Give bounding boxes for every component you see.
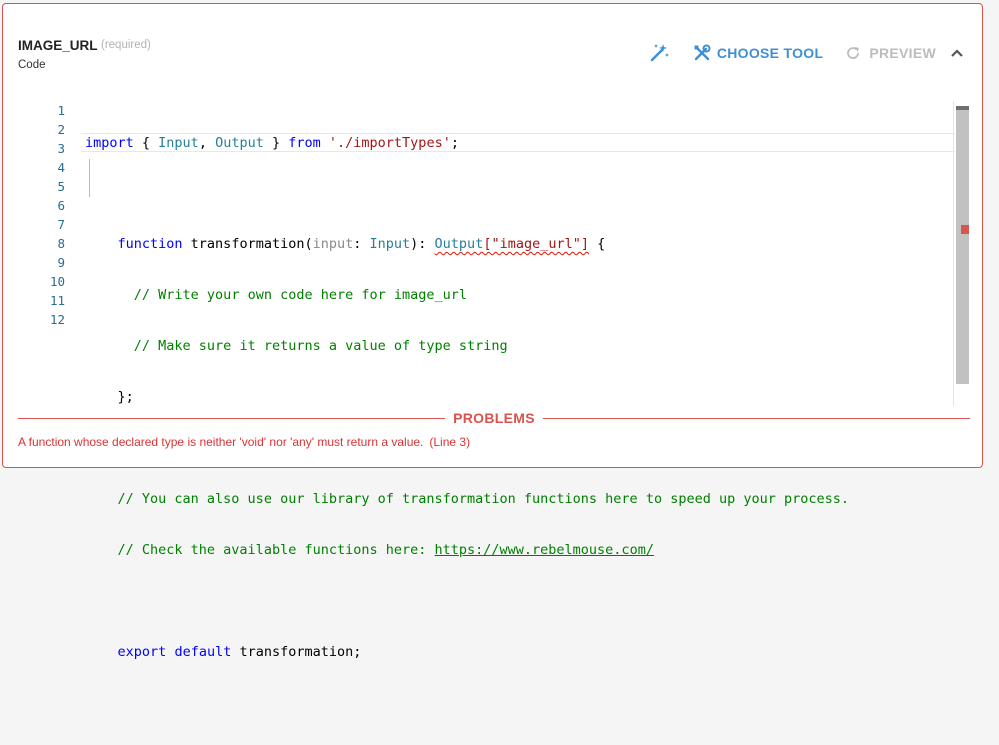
choose-tool-label: CHOOSE TOOL — [716, 45, 824, 61]
code-text: }; — [117, 389, 134, 405]
collapse-button[interactable] — [950, 46, 964, 60]
code-line: // You can also use our library of trans… — [85, 490, 955, 509]
preview-label: PREVIEW — [869, 45, 936, 61]
line-number: 2 — [57, 122, 65, 137]
code-line: // Make sure it returns a value of type … — [85, 337, 955, 356]
code-punctuation: { — [133, 135, 159, 151]
vertical-scrollbar[interactable] — [956, 106, 969, 384]
refresh-icon — [847, 47, 860, 59]
type-name: Output — [434, 236, 484, 252]
code-punctuation: ; — [450, 135, 459, 151]
problems-title: PROBLEMS — [445, 410, 543, 426]
line-number: 8 — [57, 236, 65, 251]
preview-button[interactable]: PREVIEW — [845, 45, 936, 61]
function-name: transformation( — [182, 236, 313, 252]
code-comment: // Check the available functions here: — [117, 542, 435, 558]
line-number: 1 — [57, 103, 65, 118]
problems-title-wrap: PROBLEMS — [18, 410, 970, 426]
code-punctuation: : — [353, 236, 370, 252]
problem-message: A function whose declared type is neithe… — [18, 435, 424, 449]
param-name: input — [312, 236, 354, 252]
line-number: 7 — [57, 217, 65, 232]
field-toolbar: CHOOSE TOOL PREVIEW — [649, 42, 964, 64]
from-keyword: from — [288, 135, 321, 151]
code-punctuation: { — [588, 236, 606, 252]
line-number: 6 — [57, 198, 65, 213]
code-comment: // Make sure it returns a value of type … — [133, 338, 508, 354]
field-card: IMAGE_URL (required) Code CHOOSE TOOL PR… — [2, 3, 983, 660]
magic-wand-button[interactable] — [649, 43, 669, 63]
code-line: function transformation(input: Input): O… — [85, 235, 955, 254]
line-number: 9 — [57, 255, 65, 270]
code-comment: // You can also use our library of trans… — [117, 491, 850, 507]
line-number: 11 — [49, 293, 65, 308]
type-name: Output — [215, 135, 264, 151]
line-number: 5 — [57, 179, 65, 194]
export-name: transformation; — [231, 644, 362, 660]
import-keyword: import — [85, 135, 134, 151]
docs-link[interactable]: https://www.rebelmouse.com/ — [435, 542, 654, 558]
problem-item[interactable]: A function whose declared type is neithe… — [18, 435, 470, 449]
code-line: export default transformation; — [85, 643, 955, 662]
code-punctuation: } — [263, 135, 289, 151]
code-editor[interactable]: 1 2 3 4 5 6 7 8 9 10 11 12 import { Inpu… — [3, 101, 971, 660]
line-number: 3 — [57, 141, 65, 156]
index-string: ["image_url"] — [483, 236, 589, 252]
function-keyword: function — [117, 236, 183, 252]
required-label: (required) — [101, 39, 151, 51]
line-number: 12 — [49, 312, 65, 327]
default-keyword: default — [174, 644, 232, 660]
error-squiggle[interactable]: Output["image_url"] — [435, 236, 589, 252]
error-marker — [961, 225, 969, 234]
module-path: './importTypes' — [328, 135, 451, 151]
field-type-label: Code — [18, 59, 46, 71]
code-comment: // Write your own code here for image_ur… — [133, 287, 468, 303]
problem-location: (Line 3) — [429, 435, 471, 449]
problems-header: PROBLEMS — [18, 409, 970, 429]
type-name: Input — [158, 135, 199, 151]
indent-guide — [89, 159, 90, 197]
magic-wand-icon — [650, 44, 669, 62]
tools-icon — [694, 44, 711, 61]
code-punctuation: , — [198, 135, 216, 151]
export-keyword: export — [117, 644, 167, 660]
chevron-up-icon — [951, 49, 963, 57]
line-number: 10 — [49, 274, 65, 289]
scrollbar-thumb[interactable] — [956, 106, 969, 110]
field-name: IMAGE_URL — [18, 38, 98, 53]
code-line: }; — [85, 388, 955, 407]
type-name: Input — [369, 236, 411, 252]
code-line: import { Input, Output } from './importT… — [81, 133, 955, 152]
choose-tool-button[interactable]: CHOOSE TOOL — [693, 44, 824, 62]
line-number-gutter: 1 2 3 4 5 6 7 8 9 10 11 12 — [3, 101, 65, 329]
code-line: // Write your own code here for image_ur… — [85, 286, 955, 305]
code-line: // Check the available functions here: h… — [85, 541, 955, 560]
editor-ruler — [953, 101, 954, 406]
code-punctuation: ): — [410, 236, 435, 252]
line-number: 4 — [57, 160, 65, 175]
